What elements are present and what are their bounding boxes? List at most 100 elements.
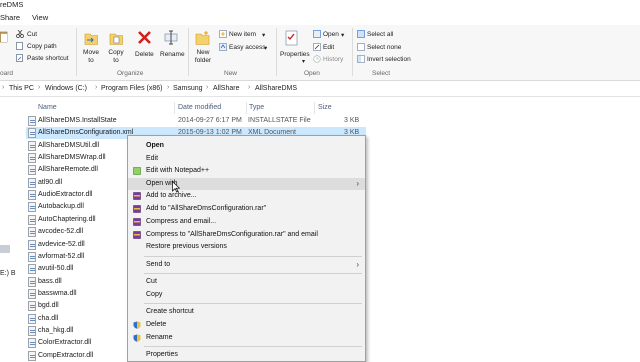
menu-item-open-with[interactable]: Open with › [128,178,365,190]
file-icon [28,350,36,361]
menu-item-create-shortcut[interactable]: Create shortcut [128,306,365,318]
menu-item-cut[interactable]: Cut [128,276,365,288]
breadcrumb-this-pc[interactable]: This PC [9,85,34,92]
paste-shortcut-button[interactable]: Paste shortcut [27,55,69,62]
select-all-button[interactable]: Select all [367,31,393,38]
breadcrumb-samsung[interactable]: Samsung [173,85,203,92]
file-name: ColorExtractor.dll [38,339,92,347]
navigation-pane [0,97,22,360]
menu-item-label: Compress and email... [146,218,217,225]
menu-item-label: Properties [146,351,178,358]
menu-item-properties[interactable]: Properties [128,349,365,361]
menu-item-rename[interactable]: Rename [128,332,365,344]
column-date-modified[interactable]: Date modified [178,104,221,111]
column-type[interactable]: Type [249,104,264,111]
new-folder-button[interactable]: New folder [193,49,213,65]
file-icon [28,128,36,139]
open-group-label: Open [304,70,320,77]
file-icon [28,313,36,324]
select-none-button[interactable]: Select none [367,44,401,51]
menu-item-label: Restore previous versions [146,243,227,250]
menu-item-compress-email[interactable]: Compress and email... [128,216,365,228]
file-icon [28,177,36,188]
move-to-button[interactable]: Move to [83,49,99,65]
ribbon-divider [276,28,277,76]
clipboard-group-label: oard [0,70,14,77]
file-icon [28,325,36,336]
open-dropdown-icon[interactable]: ▾ [341,31,344,39]
chevron-right-icon: › [167,84,170,91]
menu-item-label: Cut [146,278,157,285]
menu-item-restore-versions[interactable]: Restore previous versions [128,241,365,253]
window-title: reDMS [0,0,24,9]
breadcrumb-program-files[interactable]: Program Files (x86) [101,85,162,92]
copy-path-button[interactable]: Copy path [27,43,57,50]
copy-to-button[interactable]: Copy to [108,49,124,65]
menu-separator [144,256,362,257]
column-name[interactable]: Name [38,104,57,111]
menu-item-label: Open [146,142,164,149]
menu-item-label: Send to [146,261,171,268]
properties-dropdown-icon[interactable]: ▾ [302,58,305,65]
menu-item-edit-notepad[interactable]: Edit with Notepad++ [128,165,365,177]
clipboard-icon [0,31,8,43]
menu-item-edit[interactable]: Edit [128,153,365,165]
file-name: cha.dll [38,314,59,322]
easy-access-dropdown-icon[interactable]: ▾ [264,44,267,52]
column-divider [174,102,175,114]
file-name: basswma.dll [38,289,77,297]
file-icon [28,288,36,299]
open-icon [313,30,321,38]
new-folder-icon [195,31,210,45]
menu-item-add-to-archive[interactable]: Add to archive... [128,190,365,202]
address-bar[interactable]: › This PC › Windows (C:) › Program Files… [0,82,640,97]
file-icon [28,116,36,126]
menu-item-delete[interactable]: Delete [128,319,365,331]
menu-item-label: Edit [146,155,159,162]
invert-selection-button[interactable]: Invert selection [367,56,411,63]
drive-icon [0,245,10,253]
cut-button[interactable]: Cut [27,31,37,38]
winrar-icon [133,192,141,200]
file-name: AllShareDMS.InstallState [38,117,117,124]
easy-access-button[interactable]: Easy access [229,44,266,51]
menu-item-send-to[interactable]: Send to › [128,259,365,271]
edit-icon [313,43,321,51]
select-none-icon [357,43,365,51]
menu-separator [144,346,362,347]
breadcrumb-allsharedms[interactable]: AllShareDMS [255,85,297,92]
rename-button[interactable]: Rename [160,51,185,58]
file-icon [28,301,36,312]
tab-share[interactable]: Share [0,13,20,22]
shield-icon [133,334,141,342]
menu-item-copy[interactable]: Copy [128,289,365,301]
edit-button[interactable]: Edit [323,44,334,51]
chevron-right-icon: › [95,84,98,91]
menu-item-add-to-rar[interactable]: Add to "AllShareDmsConfiguration.rar" [128,203,365,215]
file-name: avdevice-52.dll [38,240,85,248]
new-item-button[interactable]: New item [229,31,256,38]
select-group-label: Select [372,70,391,77]
invert-selection-icon [357,55,365,63]
file-type: INSTALLSTATE File [248,117,311,124]
easy-access-icon [219,43,227,51]
file-name: avformat-52.dll [38,252,85,260]
breadcrumb-allshare[interactable]: AllShare [213,85,239,92]
history-button[interactable]: History [323,56,343,63]
file-icon [28,202,36,213]
properties-button[interactable]: Properties [280,51,310,58]
breadcrumb-windows-c[interactable]: Windows (C:) [45,85,87,92]
open-button[interactable]: Open [323,31,339,38]
ribbon-divider [352,28,353,76]
organize-group-label: Organize [117,70,144,77]
menu-item-compress-to-rar-email[interactable]: Compress to "AllShareDmsConfiguration.ra… [128,229,365,241]
tab-view[interactable]: View [32,13,48,22]
column-size[interactable]: Size [318,104,332,111]
menu-item-open[interactable]: Open [128,140,365,152]
cut-icon [16,30,24,38]
delete-button[interactable]: Delete [135,51,154,58]
file-row[interactable]: AllShareDMS.InstallState 2014-09-27 6:17 … [26,115,366,127]
new-item-dropdown-icon[interactable]: ▾ [262,31,265,39]
file-icon [28,153,36,164]
nav-drive-label[interactable]: E:) B [0,270,16,277]
